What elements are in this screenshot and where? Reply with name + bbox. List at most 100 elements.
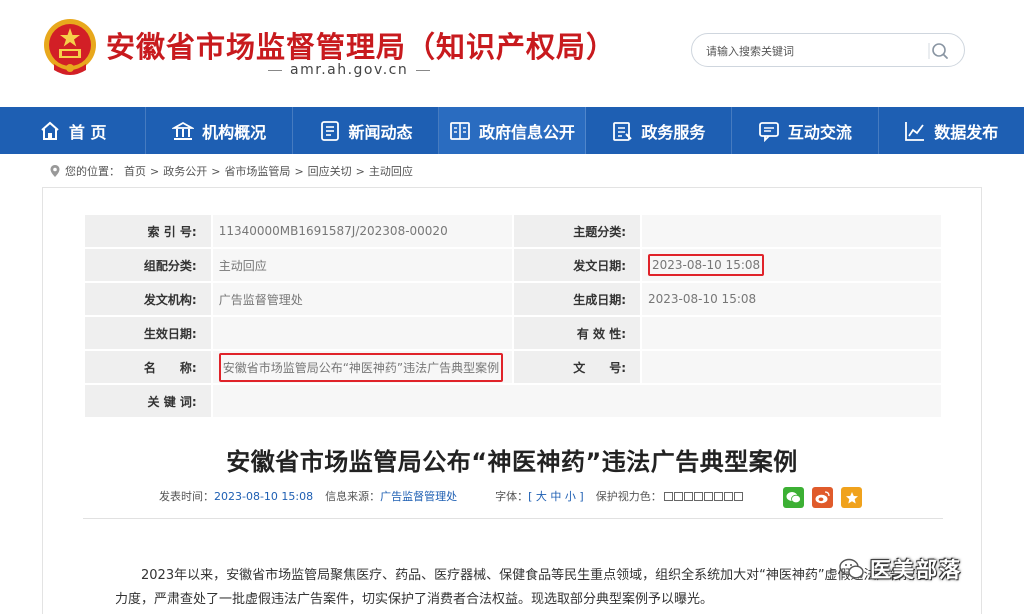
site-domain: amr.ah.gov.cn <box>268 62 431 78</box>
category-label: 组配分类: <box>83 247 213 283</box>
national-emblem-icon[interactable] <box>42 16 98 78</box>
nav-label: 新闻动态 <box>348 122 413 142</box>
article-title: 安徽省市场监管局公布“神医神药”违法广告典型案例 <box>226 448 798 476</box>
table-row: 名 称: 安徽省市场监管局公布“神医神药”违法广告典型案例 文 号: <box>83 349 943 385</box>
created-date-label: 生成日期: <box>512 281 642 317</box>
issue-date-value: 2023-08-10 15:08 <box>648 254 765 276</box>
nav-item-news[interactable]: 新闻动态 <box>293 107 440 154</box>
vision-swatch[interactable] <box>713 491 723 501</box>
vision-swatch[interactable] <box>663 491 673 501</box>
topic-label: 主题分类: <box>512 213 642 249</box>
doc-number-value <box>640 349 943 385</box>
font-size-label: 字体： <box>495 490 529 503</box>
location-pin-icon <box>50 165 60 177</box>
table-row: 生效日期: 有 效 性: <box>83 315 943 351</box>
vision-swatch[interactable] <box>693 491 703 501</box>
site-title[interactable]: 安徽省市场监督管理局（知识产权局） <box>106 24 616 66</box>
issue-date-label: 发文日期: <box>512 247 642 283</box>
publish-time-value: 2023-08-10 15:08 <box>214 489 314 503</box>
name-value: 安徽省市场监管局公布“神医神药”违法广告典型案例 <box>218 352 504 382</box>
font-size-options[interactable]: [ 大 中 小 ] <box>528 488 584 504</box>
home-icon <box>41 121 59 140</box>
index-value: 11340000MB1691587J/202308-00020 <box>210 213 515 249</box>
share-buttons <box>783 487 862 508</box>
vision-color-swatches <box>663 491 743 501</box>
vision-swatch[interactable] <box>683 491 693 501</box>
name-cell: 安徽省市场监管局公布“神医神药”违法广告典型案例 <box>210 349 515 385</box>
open-book-icon <box>450 121 470 140</box>
breadcrumb-item-bureau[interactable]: 省市场监管局 <box>224 163 290 179</box>
keywords-label: 关 键 词: <box>83 383 213 419</box>
vision-swatch[interactable] <box>733 491 743 501</box>
vision-swatch[interactable] <box>673 491 683 501</box>
nav-label: 政务服务 <box>641 122 706 142</box>
nav-label: 首 页 <box>68 122 107 142</box>
clipboard-icon <box>613 121 633 141</box>
index-label: 索 引 号: <box>83 213 213 249</box>
nav-item-services[interactable]: 政务服务 <box>586 107 733 154</box>
star-icon <box>845 491 858 503</box>
nav-item-home[interactable]: 首 页 <box>0 107 147 154</box>
line-chart-icon <box>905 121 925 141</box>
domain-text: amr.ah.gov.cn <box>290 62 409 78</box>
source-value[interactable]: 广告监督管理处 <box>380 488 457 504</box>
nav-item-gov-info[interactable]: 政府信息公开 <box>439 107 586 154</box>
created-date-value: 2023-08-10 15:08 <box>640 281 943 317</box>
domain-right-dash <box>416 69 431 71</box>
breadcrumb-separator: > <box>294 164 304 178</box>
breadcrumb-separator: > <box>211 164 221 178</box>
nav-label: 机构概况 <box>202 122 267 142</box>
domain-left-dash <box>268 69 282 71</box>
breadcrumb-item-gov-open[interactable]: 政务公开 <box>163 163 207 179</box>
breadcrumb-separator: > <box>355 164 365 178</box>
validity-value <box>640 315 943 351</box>
watermark-text: 医美部落 <box>870 558 962 582</box>
search-input[interactable] <box>706 41 926 61</box>
nav-label: 政府信息公开 <box>478 122 575 142</box>
topic-value <box>640 213 943 249</box>
validity-label: 有 效 性: <box>512 315 642 351</box>
favorite-button[interactable] <box>841 487 862 508</box>
issuer-label: 发文机构: <box>83 281 213 317</box>
breadcrumb-item-response[interactable]: 主动回应 <box>369 163 413 179</box>
table-row: 索 引 号: 11340000MB1691587J/202308-00020 主… <box>83 213 943 249</box>
keywords-value <box>210 383 944 419</box>
breadcrumb-prefix: 您的位置： <box>65 165 120 178</box>
nav-item-institution[interactable]: 机构概况 <box>146 107 293 154</box>
document-info-table: 索 引 号: 11340000MB1691587J/202308-00020 主… <box>83 213 944 419</box>
chat-icon <box>758 121 779 142</box>
category-value: 主动回应 <box>210 247 515 283</box>
breadcrumb-separator: > <box>150 164 160 178</box>
nav-label: 互动交流 <box>787 122 852 142</box>
article-body: 2023年以来，安徽省市场监管局聚焦医疗、药品、医疗器械、保健食品等民生重点领域… <box>115 564 935 612</box>
share-wechat-button[interactable] <box>783 487 804 508</box>
breadcrumb: 您的位置： 首页 > 政务公开 > 省市场监管局 > 回应关切 > 主动回应 <box>49 163 413 179</box>
article-meta: 发表时间： 2023-08-10 15:08 信息来源： 广告监督管理处 字体：… <box>159 488 743 504</box>
source-label: 信息来源： <box>325 490 381 503</box>
breadcrumb-item-home[interactable]: 首页 <box>124 163 146 179</box>
site-header: 安徽省市场监督管理局（知识产权局） amr.ah.gov.cn <box>0 0 1024 107</box>
vision-color-label: 保护视力色： <box>595 490 662 503</box>
vision-swatch[interactable] <box>723 491 733 501</box>
name-label: 名 称: <box>83 349 213 385</box>
content-panel: 索 引 号: 11340000MB1691587J/202308-00020 主… <box>42 187 982 614</box>
publish-time-label: 发表时间： <box>159 490 214 503</box>
effective-date-label: 生效日期: <box>83 315 213 351</box>
doc-number-label: 文 号: <box>512 349 642 385</box>
main-nav: 首 页 机构概况 新闻动态 政府信息公开 政务服务 互动交流 数据发布 <box>0 107 1024 154</box>
meta-divider <box>83 518 943 519</box>
search-icon[interactable] <box>928 40 950 62</box>
nav-label: 数据发布 <box>934 122 999 142</box>
share-weibo-button[interactable] <box>812 487 833 508</box>
news-icon <box>320 120 339 141</box>
table-row: 关 键 词: <box>83 383 944 419</box>
nav-item-interaction[interactable]: 互动交流 <box>732 107 879 154</box>
vision-swatch[interactable] <box>703 491 713 501</box>
breadcrumb-item-concerns[interactable]: 回应关切 <box>308 163 352 179</box>
effective-date-value <box>210 315 515 351</box>
weibo-icon <box>815 491 830 504</box>
watermark: 医美部落 <box>838 554 962 584</box>
issuer-value: 广告监督管理处 <box>210 281 515 317</box>
wechat-icon <box>786 492 801 504</box>
nav-item-data[interactable]: 数据发布 <box>879 107 1024 154</box>
